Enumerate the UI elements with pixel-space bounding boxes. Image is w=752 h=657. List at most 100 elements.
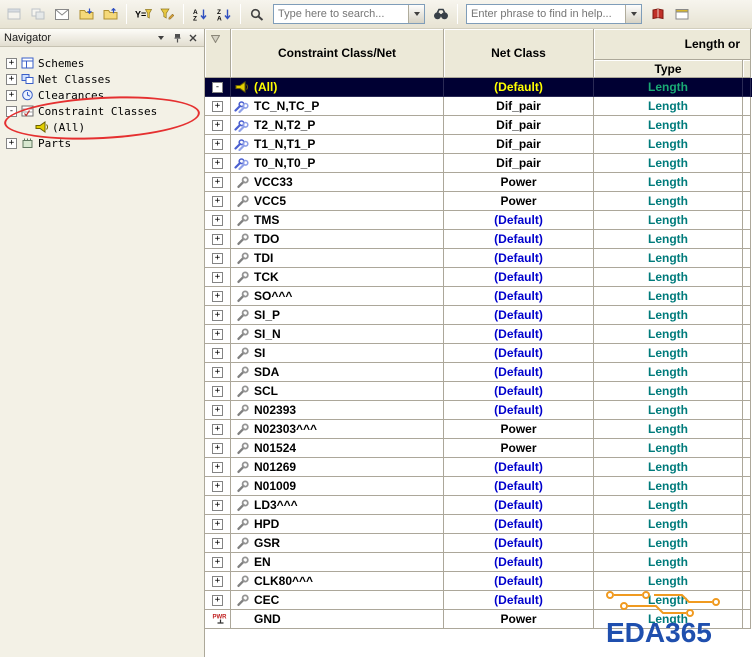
net-class-cell[interactable]: (Default) xyxy=(444,363,594,382)
constraint-class-cell[interactable]: CEC xyxy=(231,591,444,610)
row-expand-toggle[interactable]: + xyxy=(212,252,223,264)
table-row-t0-n-t0-p[interactable]: + T0_N,T0_P Dif_pair Length xyxy=(205,154,752,173)
help-window-icon[interactable] xyxy=(671,4,693,25)
table-row-sda[interactable]: + SDA (Default) Length xyxy=(205,363,752,382)
table-row-ld3[interactable]: + LD3^^^ (Default) Length xyxy=(205,496,752,515)
export-folder-icon[interactable] xyxy=(99,4,121,25)
net-class-cell[interactable]: (Default) xyxy=(444,591,594,610)
net-class-cell[interactable]: Power xyxy=(444,610,594,629)
sort-desc-icon[interactable]: ZA xyxy=(213,4,235,25)
row-expand-toggle[interactable]: + xyxy=(212,423,223,435)
row-expand-toggle[interactable]: + xyxy=(212,442,223,454)
header-length-group[interactable]: Length or xyxy=(594,29,751,60)
type-cell[interactable]: Length xyxy=(594,173,743,192)
row-expand-toggle[interactable]: - xyxy=(212,81,223,93)
table-row-tms[interactable]: + TMS (Default) Length xyxy=(205,211,752,230)
constraint-class-cell[interactable]: VCC33 xyxy=(231,173,444,192)
header-net-class[interactable]: Net Class xyxy=(444,29,594,78)
net-class-cell[interactable]: (Default) xyxy=(444,458,594,477)
net-class-cell[interactable]: Power xyxy=(444,173,594,192)
net-class-cell[interactable]: (Default) xyxy=(444,287,594,306)
tree-expand-toggle[interactable]: + xyxy=(6,73,17,85)
table-row-vcc33[interactable]: + VCC33 Power Length xyxy=(205,173,752,192)
net-class-cell[interactable]: Power xyxy=(444,420,594,439)
header-type[interactable]: Type xyxy=(594,60,743,78)
net-class-cell[interactable]: (Default) xyxy=(444,572,594,591)
row-expand-toggle[interactable]: + xyxy=(212,119,223,131)
row-expand-toggle[interactable]: + xyxy=(212,233,223,245)
type-cell[interactable]: Length xyxy=(594,496,743,515)
type-cell[interactable]: Length xyxy=(594,325,743,344)
type-cell[interactable]: Length xyxy=(594,591,743,610)
type-cell[interactable]: Length xyxy=(594,116,743,135)
row-expand-toggle[interactable]: + xyxy=(212,328,223,340)
constraint-class-cell[interactable]: N02303^^^ xyxy=(231,420,444,439)
constraint-class-cell[interactable]: TDO xyxy=(231,230,444,249)
row-expand-toggle[interactable]: + xyxy=(212,537,223,549)
binoculars-icon[interactable] xyxy=(430,4,452,25)
constraint-class-cell[interactable]: N02393 xyxy=(231,401,444,420)
net-class-cell[interactable]: (Default) xyxy=(444,268,594,287)
type-cell[interactable]: Length xyxy=(594,249,743,268)
row-expand-toggle[interactable]: + xyxy=(212,385,223,397)
type-cell[interactable]: Length xyxy=(594,477,743,496)
net-class-cell[interactable]: Dif_pair xyxy=(444,116,594,135)
type-cell[interactable]: Length xyxy=(594,306,743,325)
net-class-cell[interactable]: (Default) xyxy=(444,211,594,230)
row-expand-toggle[interactable]: + xyxy=(212,556,223,568)
mail-icon[interactable] xyxy=(51,4,73,25)
table-row-vcc5[interactable]: + VCC5 Power Length xyxy=(205,192,752,211)
search-icon[interactable] xyxy=(246,4,268,25)
constraint-class-cell[interactable]: CLK80^^^ xyxy=(231,572,444,591)
net-class-cell[interactable]: Dif_pair xyxy=(444,135,594,154)
table-row-si-n[interactable]: + SI_N (Default) Length xyxy=(205,325,752,344)
type-cell[interactable]: Length xyxy=(594,534,743,553)
tree-item-clearances[interactable]: + Clearances xyxy=(2,87,202,103)
table-row-cec[interactable]: + CEC (Default) Length xyxy=(205,591,752,610)
constraint-class-cell[interactable]: N01009 xyxy=(231,477,444,496)
row-expand-toggle[interactable]: + xyxy=(212,404,223,416)
net-class-cell[interactable]: (Default) xyxy=(444,553,594,572)
row-expand-toggle[interactable]: + xyxy=(212,518,223,530)
table-row-en[interactable]: + EN (Default) Length xyxy=(205,553,752,572)
header-constraint-class[interactable]: Constraint Class/Net xyxy=(231,29,444,78)
table-row-gnd[interactable]: PWR GND Power Length xyxy=(205,610,752,629)
help-search-input[interactable] xyxy=(467,6,625,22)
table-row-n01009[interactable]: + N01009 (Default) Length xyxy=(205,477,752,496)
net-class-cell[interactable]: Dif_pair xyxy=(444,97,594,116)
type-cell[interactable]: Length xyxy=(594,344,743,363)
constraint-class-cell[interactable]: LD3^^^ xyxy=(231,496,444,515)
search-input[interactable] xyxy=(274,6,408,22)
constraint-class-cell[interactable]: N01269 xyxy=(231,458,444,477)
type-cell[interactable]: Length xyxy=(594,382,743,401)
constraint-class-cell[interactable]: TMS xyxy=(231,211,444,230)
row-expand-toggle[interactable]: + xyxy=(212,271,223,283)
tree-item-constraint-classes[interactable]: - Constraint Classes xyxy=(2,103,202,119)
net-class-cell[interactable]: (Default) xyxy=(444,534,594,553)
net-class-cell[interactable]: (Default) xyxy=(444,230,594,249)
type-cell[interactable]: Length xyxy=(594,230,743,249)
constraint-class-cell[interactable]: SDA xyxy=(231,363,444,382)
row-expand-toggle[interactable]: + xyxy=(212,195,223,207)
help-book-icon[interactable] xyxy=(647,4,669,25)
constraint-class-cell[interactable]: SCL xyxy=(231,382,444,401)
constraint-class-cell[interactable]: (All) xyxy=(231,78,444,97)
type-cell[interactable]: Length xyxy=(594,515,743,534)
constraint-class-cell[interactable]: T2_N,T2_P xyxy=(231,116,444,135)
tree-item-net-classes[interactable]: + Net Classes xyxy=(2,71,202,87)
constraint-class-cell[interactable]: EN xyxy=(231,553,444,572)
net-class-cell[interactable]: Power xyxy=(444,439,594,458)
table-row-tck[interactable]: + TCK (Default) Length xyxy=(205,268,752,287)
type-cell[interactable]: Length xyxy=(594,154,743,173)
filter-edit-icon[interactable] xyxy=(156,4,178,25)
row-expand-toggle[interactable]: + xyxy=(212,214,223,226)
type-cell[interactable]: Length xyxy=(594,192,743,211)
net-class-cell[interactable]: (Default) xyxy=(444,78,594,97)
table-row-tdi[interactable]: + TDI (Default) Length xyxy=(205,249,752,268)
row-expand-toggle[interactable]: + xyxy=(212,575,223,587)
type-cell[interactable]: Length xyxy=(594,135,743,154)
table-row-n01269[interactable]: + N01269 (Default) Length xyxy=(205,458,752,477)
net-class-cell[interactable]: (Default) xyxy=(444,515,594,534)
type-cell[interactable]: Length xyxy=(594,401,743,420)
import-folder-icon[interactable] xyxy=(75,4,97,25)
